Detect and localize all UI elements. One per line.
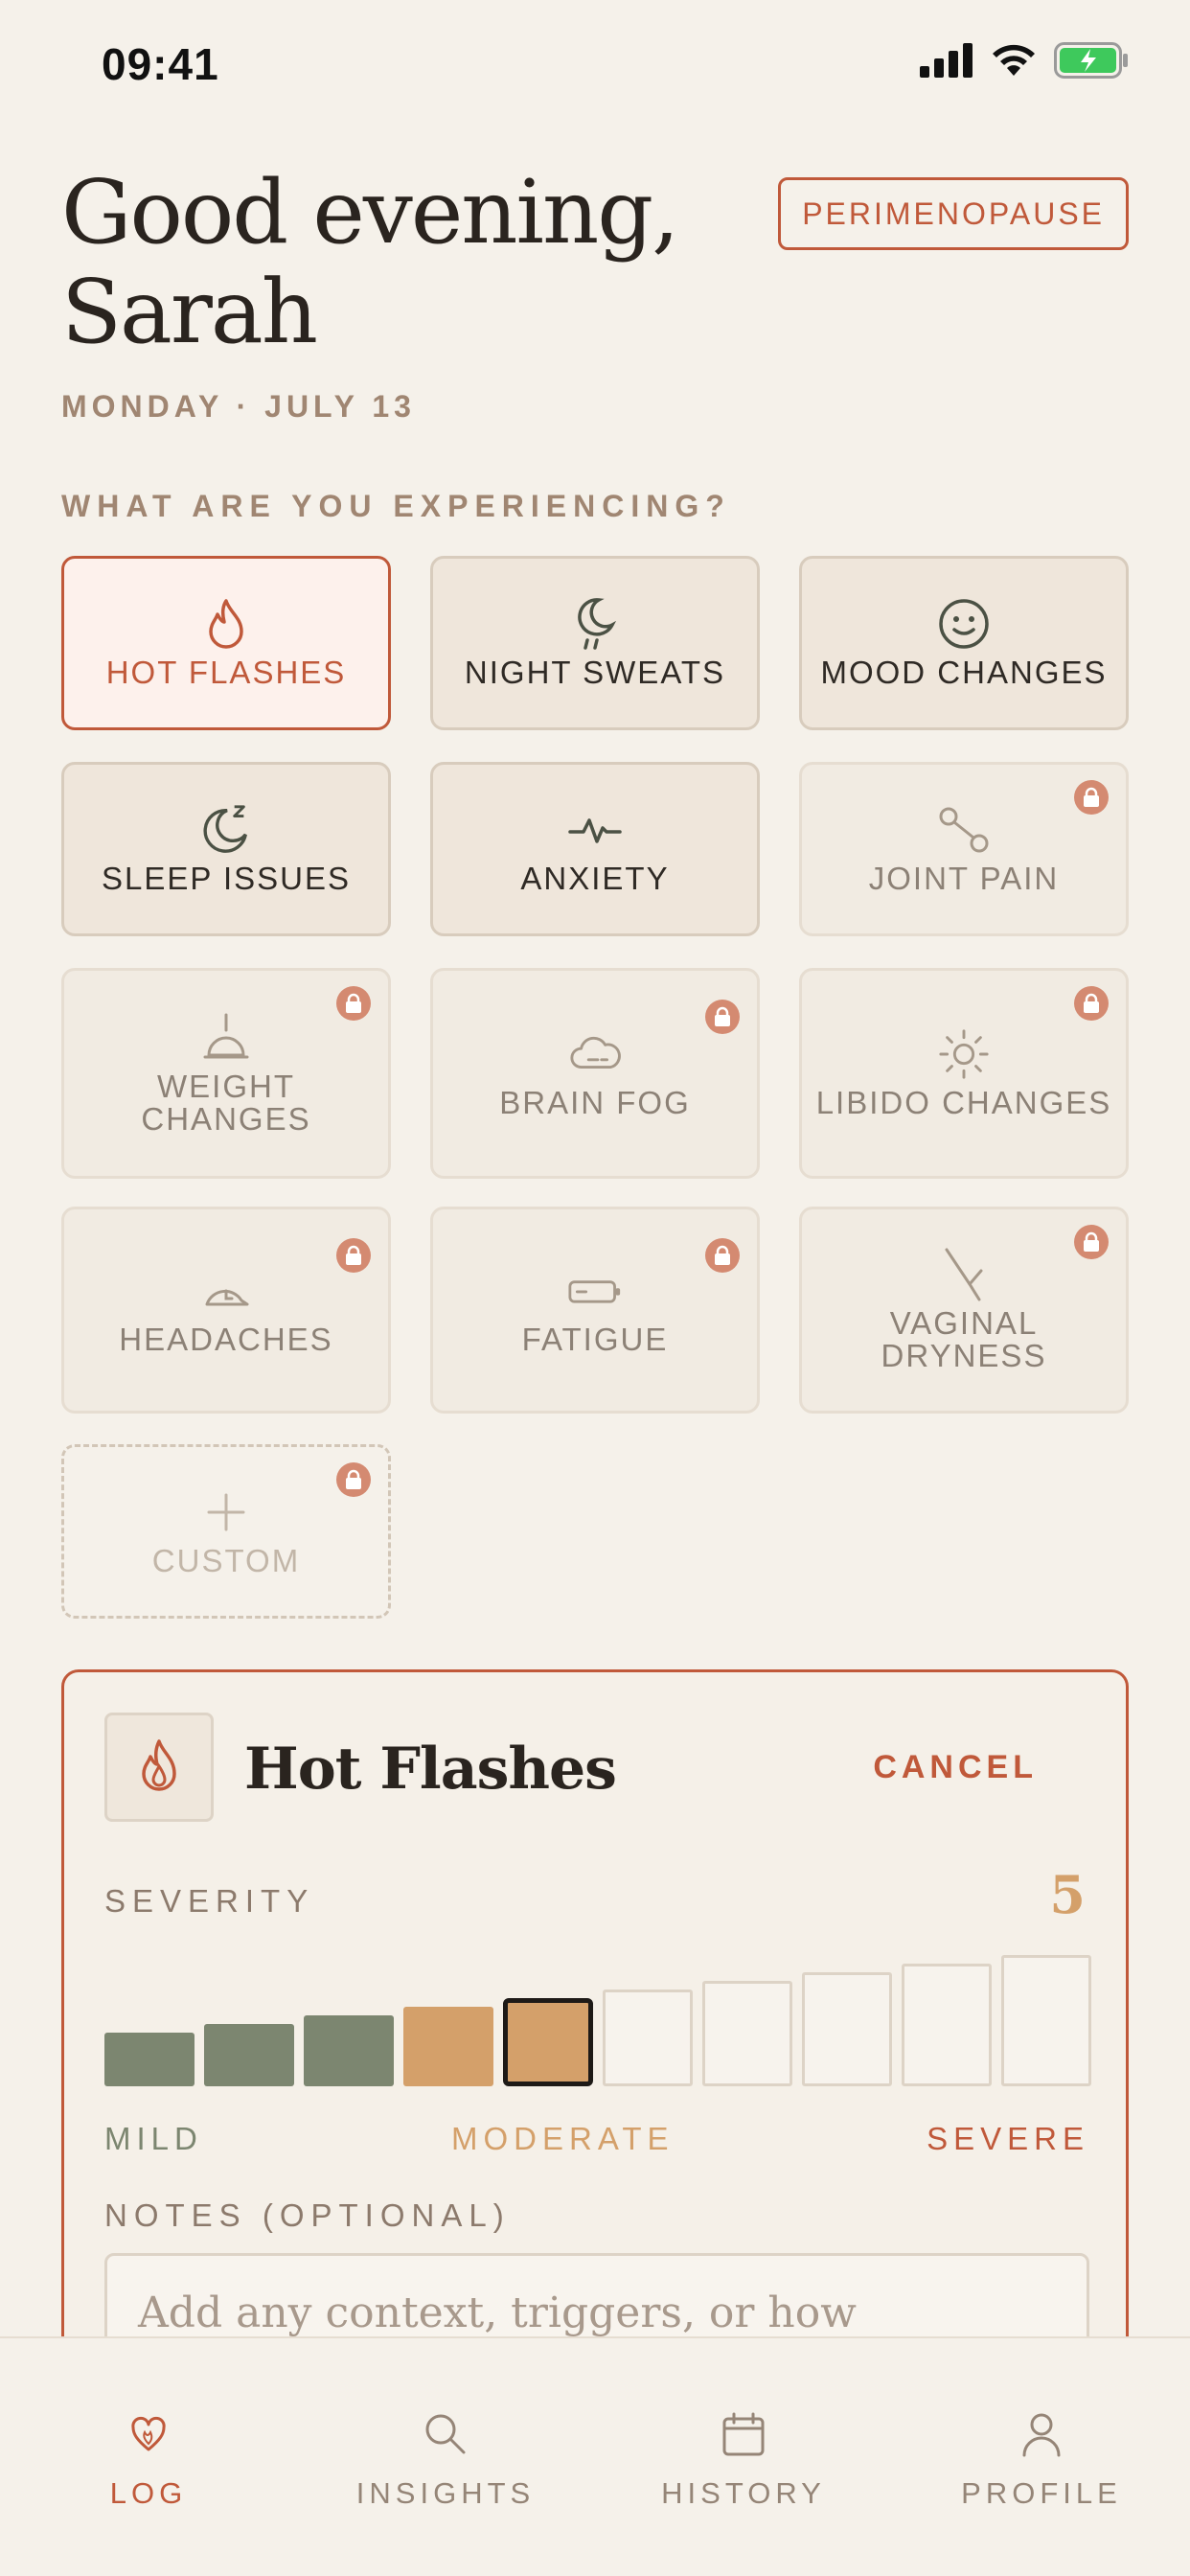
search-icon [421, 2409, 470, 2459]
panel-title: Hot Flashes [244, 1736, 617, 1803]
scale-severe-label: SEVERE [927, 2121, 1089, 2156]
symptom-card-vaginal-dryness[interactable]: VAGINAL DRYNESS [799, 1207, 1129, 1414]
calendar-icon [719, 2409, 768, 2459]
panel-symptom-icon [104, 1713, 214, 1822]
symptom-label: BRAIN FOG [499, 1085, 691, 1120]
head-icon [199, 1264, 253, 1318]
cellular-signal-icon [920, 43, 973, 82]
symptom-card-night-sweats[interactable]: NIGHT SWEATS [430, 556, 760, 730]
severity-bar-6[interactable] [603, 1990, 693, 2086]
status-bar: 09:41 [0, 0, 1190, 125]
person-icon [1017, 2409, 1066, 2459]
symptom-label: SLEEP ISSUES [101, 861, 351, 896]
smiley-icon [937, 597, 991, 651]
flame-icon [199, 597, 253, 651]
status-time: 09:41 [102, 39, 219, 89]
severity-bar-4[interactable] [403, 2007, 493, 2086]
moon-z-icon [199, 803, 253, 857]
lock-icon [1074, 1225, 1109, 1259]
symptom-label: NIGHT SWEATS [464, 655, 726, 690]
symptom-card-fatigue[interactable]: FATIGUE [430, 1207, 760, 1414]
greeting-heading: Good evening, Sarah [61, 161, 679, 363]
severity-value: 5 [1049, 1864, 1086, 1925]
severity-bar-1[interactable] [104, 2033, 195, 2086]
phase-badge[interactable]: PERIMENOPAUSE [778, 177, 1129, 250]
symptom-card-hot-flashes[interactable]: HOT FLASHES [61, 556, 391, 730]
symptom-card-brain-fog[interactable]: BRAIN FOG [430, 968, 760, 1179]
pulse-icon [568, 803, 622, 857]
severity-selector[interactable] [104, 1952, 1091, 2086]
symptom-card-joint-pain[interactable]: JOINT PAIN [799, 762, 1129, 936]
cloud-icon [568, 1027, 622, 1081]
symptom-label: WEIGHT CHANGES [141, 1069, 311, 1137]
status-icons [920, 42, 1131, 83]
lock-icon [705, 1000, 740, 1034]
severity-bar-8[interactable] [802, 1972, 892, 2086]
symptom-label: ANXIETY [520, 861, 670, 896]
symptom-label: FATIGUE [521, 1322, 669, 1357]
flame-icon [136, 1737, 182, 1798]
symptom-label: LIBIDO CHANGES [815, 1085, 1112, 1120]
symptom-label: JOINT PAIN [868, 861, 1060, 896]
severity-bar-10[interactable] [1001, 1955, 1091, 2086]
symptom-card-anxiety[interactable]: ANXIETY [430, 762, 760, 936]
symptom-card-sleep-issues[interactable]: SLEEP ISSUES [61, 762, 391, 936]
severity-bar-5[interactable] [503, 1998, 593, 2086]
tab-profile[interactable]: PROFILE [893, 2338, 1190, 2511]
tab-bar: LOG INSIGHTS HISTORY PROFILE [0, 2336, 1190, 2576]
wifi-icon [991, 43, 1037, 82]
moon-drops-icon [568, 597, 622, 651]
symptom-card-libido-changes[interactable]: LIBIDO CHANGES [799, 968, 1129, 1179]
symptom-card-custom[interactable]: CUSTOM [61, 1444, 391, 1619]
tab-log[interactable]: LOG [0, 2338, 297, 2511]
symptom-card-weight-changes[interactable]: WEIGHT CHANGES [61, 968, 391, 1179]
lock-icon [1074, 986, 1109, 1021]
feather-icon [937, 1248, 991, 1301]
symptom-card-headaches[interactable]: HEADACHES [61, 1207, 391, 1414]
severity-bar-7[interactable] [702, 1981, 792, 2086]
severity-bar-3[interactable] [304, 2015, 394, 2086]
symptom-label: MOOD CHANGES [820, 655, 1108, 690]
symptoms-section-label: WHAT ARE YOU EXPERIENCING? [61, 489, 731, 523]
lock-icon [705, 1238, 740, 1273]
tab-label: HISTORY [661, 2476, 826, 2510]
tab-insights[interactable]: INSIGHTS [297, 2338, 594, 2511]
scale-icon [199, 1011, 253, 1065]
plus-icon [199, 1485, 253, 1539]
battery-icon [568, 1264, 622, 1318]
tab-label: INSIGHTS [355, 2476, 536, 2510]
symptom-label: HEADACHES [119, 1322, 333, 1357]
current-date: MONDAY · JULY 13 [61, 389, 416, 424]
lock-icon [336, 1238, 371, 1273]
tab-label: LOG [109, 2476, 188, 2510]
symptom-label: HOT FLASHES [105, 655, 347, 690]
severity-label: SEVERITY [104, 1883, 315, 1919]
heart-icon [124, 2409, 173, 2459]
severity-bar-9[interactable] [902, 1964, 992, 2086]
battery-charging-icon [1054, 42, 1131, 83]
lock-icon [336, 986, 371, 1021]
symptom-label: VAGINAL DRYNESS [881, 1305, 1047, 1373]
symptom-card-mood-changes[interactable]: MOOD CHANGES [799, 556, 1129, 730]
sun-icon [937, 1027, 991, 1081]
severity-bar-2[interactable] [204, 2024, 294, 2086]
tab-label: PROFILE [961, 2476, 1122, 2510]
scale-moderate-label: MODERATE [451, 2121, 675, 2156]
cancel-button[interactable]: CANCEL [873, 1749, 1038, 1786]
lock-icon [336, 1462, 371, 1497]
symptom-label: CUSTOM [151, 1543, 301, 1578]
tab-history[interactable]: HISTORY [595, 2338, 892, 2511]
scale-mild-label: MILD [104, 2121, 203, 2156]
notes-label: NOTES (OPTIONAL) [104, 2197, 511, 2233]
lock-icon [1074, 780, 1109, 815]
joint-icon [937, 803, 991, 857]
